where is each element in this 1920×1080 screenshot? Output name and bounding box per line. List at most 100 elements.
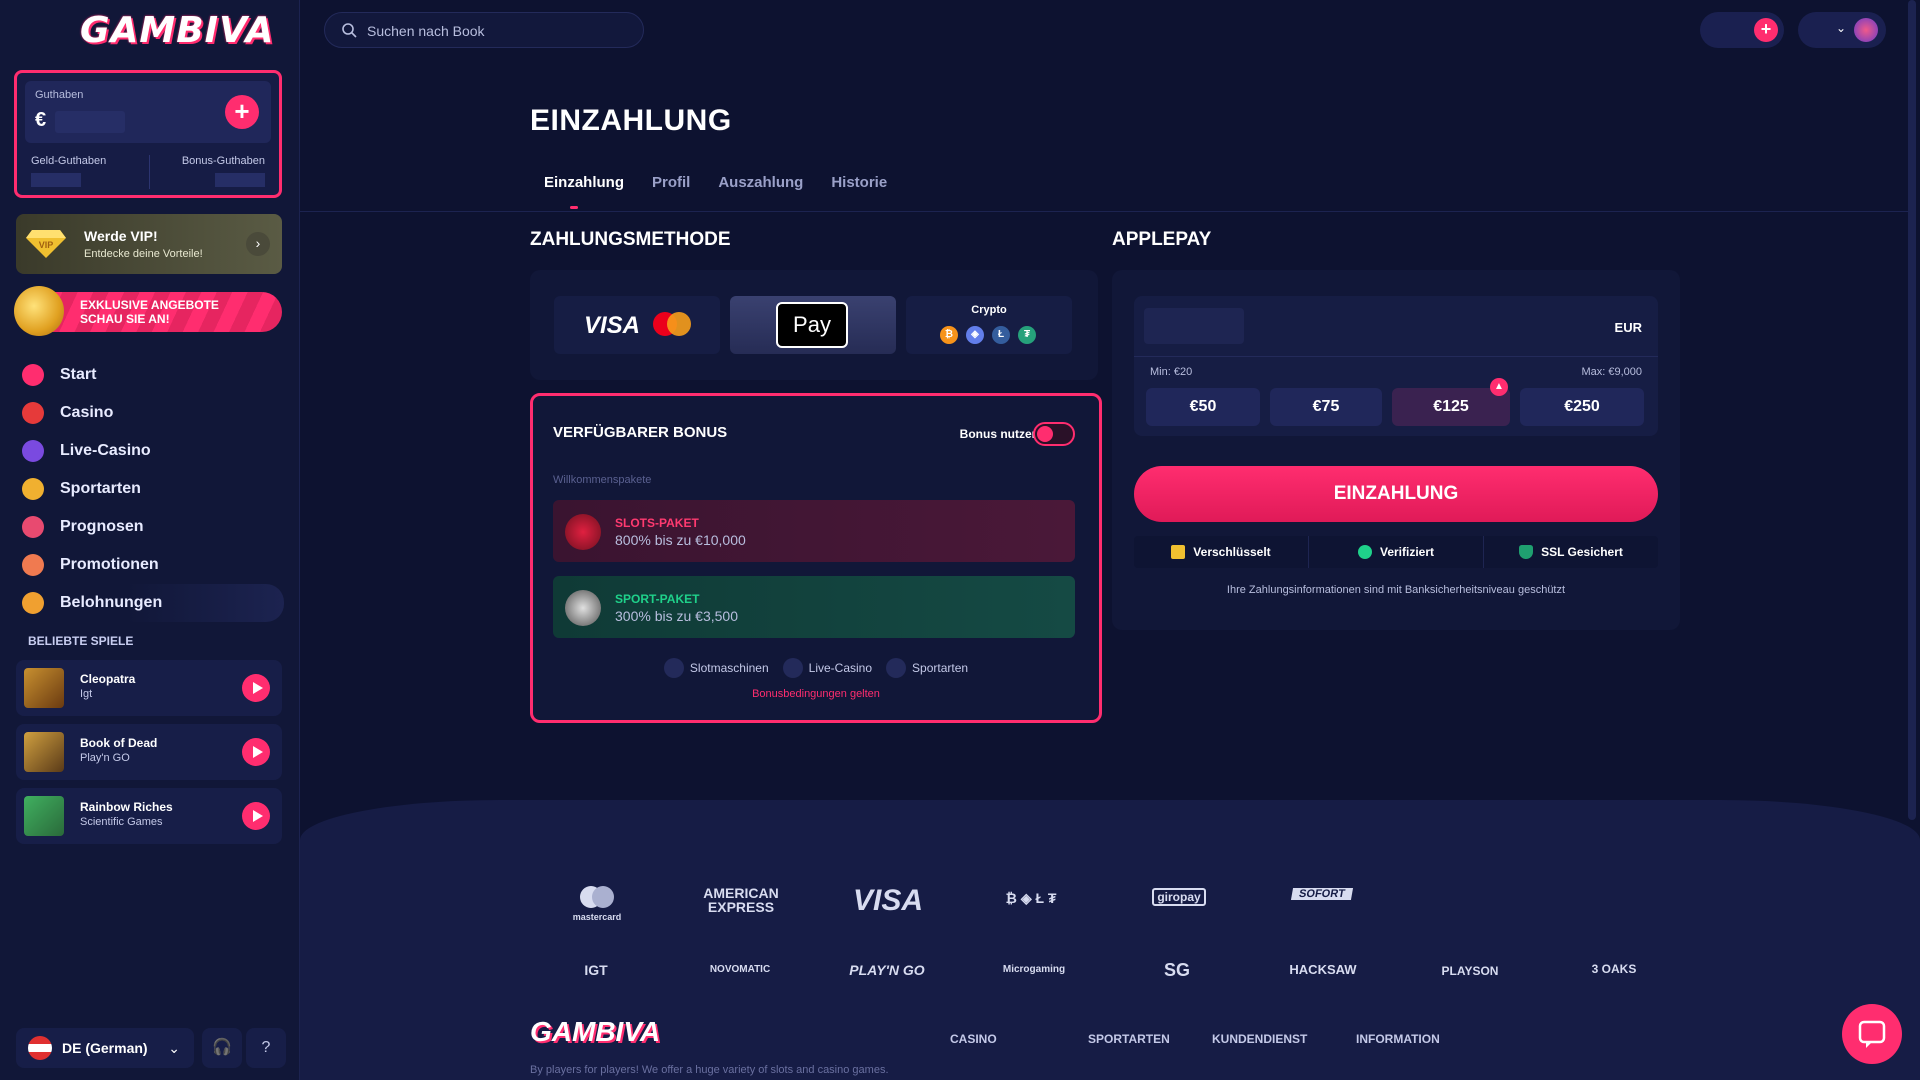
bonus-balance-masked xyxy=(215,173,265,187)
sidebar-item-label: Start xyxy=(60,366,97,383)
provider-playngo-logo: PLAY'N GO xyxy=(849,962,925,978)
badge-label: Verifiziert xyxy=(1379,545,1435,559)
trend-icon xyxy=(22,516,44,538)
deposit-button[interactable]: EINZAHLUNG xyxy=(1134,466,1658,522)
game-card-cleopatra[interactable]: Cleopatra Igt xyxy=(16,660,282,716)
package-name: SPORT-PAKET xyxy=(615,592,700,606)
chip-icon xyxy=(782,658,803,678)
game-name: Cleopatra xyxy=(80,672,136,686)
footer-gambiva-logo[interactable]: GAMBIVA xyxy=(530,1016,660,1048)
amount-box: EUR Min: €20 Max: €9,000 €50 €75 €125 ▲ €… xyxy=(1134,296,1658,436)
wallet-pill[interactable]: + xyxy=(1700,12,1784,48)
security-badges: Verschlüsselt Verifiziert SSL Gesichert xyxy=(1134,536,1658,568)
applepay-title: APPLEPAY xyxy=(1112,229,1212,250)
game-name: Rainbow Riches xyxy=(80,800,173,814)
method-visa-mastercard[interactable]: VISA xyxy=(554,296,720,354)
game-thumbnail xyxy=(24,732,64,772)
play-icon[interactable] xyxy=(242,802,270,830)
game-card-rainbow-riches[interactable]: Rainbow Riches Scientific Games xyxy=(16,788,282,844)
amount-option-50[interactable]: €50 xyxy=(1146,388,1260,426)
ball-icon xyxy=(886,658,907,678)
sidebar-item-sportarten[interactable]: Sportarten xyxy=(22,470,284,508)
page-title: EINZAHLUNG xyxy=(530,104,732,137)
litecoin-icon: Ł xyxy=(992,326,1010,344)
balance-card: Guthaben € + Geld-Guthaben Bonus-Guthabe… xyxy=(14,70,282,198)
amount-option-125[interactable]: €125 ▲ xyxy=(1392,378,1510,426)
crypto-label: Crypto xyxy=(971,304,1007,316)
bonus-balance-label: Bonus-Guthaben xyxy=(181,155,265,167)
account-menu[interactable]: ⌄ xyxy=(1798,12,1886,48)
sidebar-item-casino[interactable]: Casino xyxy=(22,394,284,432)
add-funds-button[interactable]: + xyxy=(225,95,259,129)
gambiva-logo[interactable]: GAMBIVA xyxy=(80,10,274,51)
provider-sg-logo: SG xyxy=(1163,960,1190,980)
sidebar-item-prognosen[interactable]: Prognosen xyxy=(22,508,284,546)
balance-currency: € xyxy=(35,109,47,131)
promo-line-2: SCHAU SIE AN! xyxy=(80,312,170,326)
search-input[interactable]: Suchen nach Book xyxy=(324,12,644,48)
support-headset-button[interactable]: 🎧 xyxy=(202,1028,242,1068)
play-icon[interactable] xyxy=(242,738,270,766)
tab-profil[interactable]: Profil xyxy=(638,174,704,210)
sidebar-item-live-casino[interactable]: Live-Casino xyxy=(22,432,284,470)
footer-visa-logo: VISA xyxy=(852,884,924,917)
amount-option-250[interactable]: €250 xyxy=(1520,388,1644,426)
exclusive-offers-banner[interactable]: EXKLUSIVE ANGEBOTE SCHAU SIE AN! xyxy=(14,286,282,336)
footer-amex-logo: AMERICAN EXPRESS xyxy=(703,885,779,915)
money-balance-masked xyxy=(31,173,81,187)
bitcoin-icon: ₿ xyxy=(940,326,958,344)
method-crypto[interactable]: Crypto ₿ ◈ Ł ₮ xyxy=(906,296,1072,354)
amount-label: €125 xyxy=(1433,398,1469,415)
amount-input[interactable] xyxy=(1144,308,1244,344)
bonus-terms-link[interactable]: Bonusbedingungen gelten xyxy=(533,688,1099,700)
amount-option-75[interactable]: €75 xyxy=(1270,388,1382,426)
applepay-panel: EUR Min: €20 Max: €9,000 €50 €75 €125 ▲ €… xyxy=(1112,270,1680,630)
help-button[interactable]: ? xyxy=(246,1028,286,1068)
live-chat-button[interactable] xyxy=(1842,1004,1902,1064)
footer-sofort-logo: SOFORT xyxy=(1290,888,1354,900)
sidebar-item-start[interactable]: Start xyxy=(22,356,284,394)
language-selector[interactable]: DE (German) ⌄ xyxy=(16,1028,194,1068)
sidebar-item-label: Sportarten xyxy=(60,480,141,497)
tag-slotmaschinen: Slotmaschinen xyxy=(663,658,769,678)
game-card-book-of-dead[interactable]: Book of Dead Play'n GO xyxy=(16,724,282,780)
footer-col-information[interactable]: INFORMATION xyxy=(1356,1032,1440,1046)
play-icon[interactable] xyxy=(242,674,270,702)
sport-package[interactable]: SPORT-PAKET 300% bis zu €3,500 xyxy=(553,576,1075,638)
game-name: Book of Dead xyxy=(80,736,158,750)
mastercard-icon xyxy=(653,312,691,336)
footer-col-casino[interactable]: CASINO xyxy=(950,1032,997,1046)
bonus-toggle[interactable] xyxy=(1033,422,1075,446)
tab-auszahlung[interactable]: Auszahlung xyxy=(704,174,817,210)
slots-package[interactable]: SLOTS-PAKET 800% bis zu €10,000 xyxy=(553,500,1075,562)
footer-col-sportarten[interactable]: SPORTARTEN xyxy=(1088,1032,1170,1046)
ethereum-icon: ◈ xyxy=(966,326,984,344)
slot-machine-icon xyxy=(663,658,684,678)
tab-einzahlung[interactable]: Einzahlung xyxy=(530,174,638,210)
top-add-funds-button[interactable]: + xyxy=(1754,18,1778,42)
promo-text: EXKLUSIVE ANGEBOTE SCHAU SIE AN! xyxy=(80,298,219,326)
balance-panel: Guthaben € + xyxy=(25,81,271,143)
package-description: 300% bis zu €3,500 xyxy=(615,608,738,624)
provider-microgaming-logo: Microgaming xyxy=(1002,964,1066,975)
sidebar-item-label: Belohnungen xyxy=(60,594,163,611)
lock-icon xyxy=(1171,545,1186,559)
chevron-right-icon[interactable]: › xyxy=(246,232,270,256)
method-applepay[interactable]: Pay xyxy=(730,296,896,354)
sidebar-item-label: Live-Casino xyxy=(60,442,151,459)
sidebar-item-label: Prognosen xyxy=(60,518,144,535)
popular-games-title: BELIEBTE SPIELE xyxy=(28,634,134,648)
provider-hacksaw-logo: HACKSAW xyxy=(1289,962,1357,977)
sidebar: GAMBIVA Guthaben € + Geld-Guthaben Bonus… xyxy=(0,0,300,1080)
footer-col-kundendienst[interactable]: KUNDENDIENST xyxy=(1212,1032,1307,1046)
tab-historie[interactable]: Historie xyxy=(817,174,901,210)
chat-bubble-icon xyxy=(1858,1020,1886,1048)
tag-label: Sportarten xyxy=(912,661,969,675)
sidebar-item-belohnungen[interactable]: Belohnungen xyxy=(22,584,284,622)
page-scrollbar[interactable] xyxy=(1908,0,1916,820)
search-placeholder: Suchen nach Book xyxy=(367,23,485,39)
medal-icon xyxy=(22,478,44,500)
avatar[interactable] xyxy=(1854,18,1878,42)
sidebar-item-promotionen[interactable]: Promotionen xyxy=(22,546,284,584)
vip-banner[interactable]: VIP Werde VIP! Entdecke deine Vorteile! … xyxy=(16,214,282,274)
